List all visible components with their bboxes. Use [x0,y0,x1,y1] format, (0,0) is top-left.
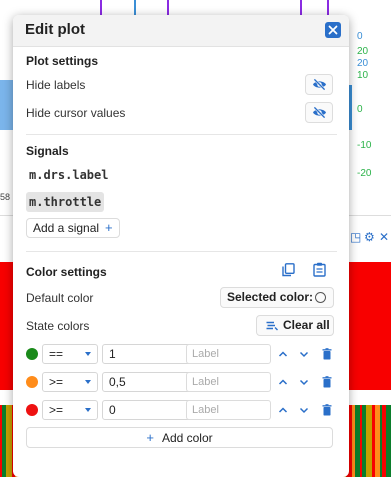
chevron-up-icon[interactable] [277,348,289,360]
selected-color-button[interactable]: Selected color: [220,287,334,308]
eraser-icon [266,321,278,331]
clipboard-icon[interactable] [313,262,326,280]
operator-value: >= [49,403,64,417]
axis-tick: 20 [357,58,369,69]
add-signal-button[interactable]: Add a signal + [26,218,120,238]
chevron-down-icon [85,408,91,412]
chevron-down-icon [85,380,91,384]
state-color-swatch[interactable] [26,404,38,416]
clear-all-button[interactable]: Clear all [256,315,334,336]
state-label-input[interactable]: Label [186,400,271,420]
default-color-label: Default color [26,291,94,305]
add-color-label: Add color [161,431,213,445]
axis-tick: 20 [357,46,369,57]
operator-select[interactable]: == [42,344,98,364]
add-signal-label: Add a signal [33,221,100,235]
plot-settings-title: Plot settings [26,54,99,68]
selected-color-label: Selected color: [227,290,314,304]
right-axis: 0 20 20 10 0 -10 -20 [351,26,391,191]
dialog-header: Edit plot [13,15,349,47]
eye-off-icon [313,78,326,91]
state-color-swatch[interactable] [26,348,38,360]
clear-all-label: Clear all [283,318,330,332]
panel-toolbar: ◳ ⚙ ✕ [348,230,391,246]
plus-icon: + [105,220,113,235]
left-axis-stub: 58 [0,192,11,202]
signals-title: Signals [26,144,69,158]
state-color-swatch[interactable] [26,376,38,388]
axis-tick: -20 [357,168,372,179]
section-divider [26,134,337,135]
section-divider [26,251,337,252]
axis-tick: 10 [357,70,369,81]
operator-value: == [49,347,64,361]
trash-icon[interactable] [321,376,333,388]
signal-item-selected[interactable]: m.throttle [26,192,105,212]
chevron-up-icon[interactable] [277,404,289,416]
state-colors-label: State colors [26,319,90,333]
hide-labels-label: Hide labels [26,78,86,92]
hide-cursor-values-toggle[interactable] [305,102,333,123]
chevron-down-icon[interactable] [298,404,310,416]
signal-item[interactable]: m.drs.label [26,165,111,185]
axis-tick: 0 [357,31,363,42]
axis-tick: 0 [357,104,363,115]
state-label-input[interactable]: Label [186,344,271,364]
gear-icon[interactable]: ⚙ [364,230,375,244]
dialog-title: Edit plot [25,21,85,38]
edit-plot-dialog: Edit plot Plot settings Hide labels Hide… [13,15,349,477]
chevron-down-icon[interactable] [298,348,310,360]
trash-icon[interactable] [321,348,333,360]
operator-select[interactable]: >= [42,372,98,392]
hide-cursor-values-label: Hide cursor values [26,106,126,120]
copy-icon[interactable] [282,263,295,280]
trash-icon[interactable] [321,404,333,416]
plus-icon: + [146,430,154,445]
chevron-up-icon[interactable] [277,376,289,388]
eye-off-icon [313,106,326,119]
state-label-input[interactable]: Label [186,372,271,392]
expand-icon[interactable]: ◳ [350,230,361,244]
color-swatch-empty [315,292,326,303]
operator-value: >= [49,375,64,389]
close-icon[interactable]: ✕ [379,230,389,244]
hide-labels-toggle[interactable] [305,74,333,95]
close-icon[interactable] [325,22,341,38]
chevron-down-icon[interactable] [298,376,310,388]
chevron-down-icon [85,352,91,356]
axis-tick: -10 [357,140,372,151]
operator-select[interactable]: >= [42,400,98,420]
add-color-button[interactable]: + Add color [26,427,333,448]
color-settings-title: Color settings [26,265,107,279]
